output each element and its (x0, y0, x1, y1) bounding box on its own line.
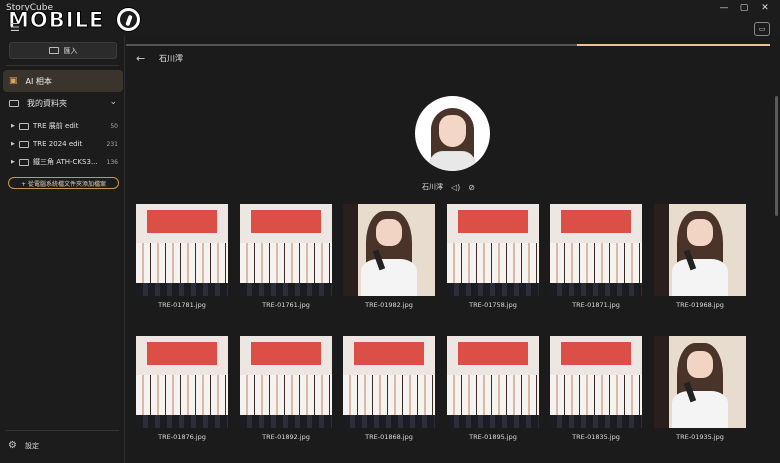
album-icon: ▣ (9, 76, 18, 86)
folder-name: TRE 2024 edit (33, 140, 83, 148)
photo-thumbnail[interactable] (136, 204, 228, 296)
close-button[interactable]: ✕ (758, 2, 772, 14)
hide-icon[interactable]: ⊘ (468, 183, 475, 192)
import-label: 匯入 (63, 46, 78, 55)
photo-filename: TRE-01968.jpg (676, 301, 724, 309)
avatar (415, 96, 490, 171)
folder-item[interactable]: ▶ 鐵三角 ATH-CKS3... 136 (0, 154, 122, 170)
photo-thumbnail[interactable] (550, 336, 642, 428)
progress-bar (126, 44, 770, 46)
photo-thumbnail[interactable] (654, 336, 746, 428)
folder-item[interactable]: ▶ TRE 2024 edit 231 (0, 136, 122, 152)
person-info: 石川澪 ◁) ⊘ (422, 182, 475, 192)
add-folder-button[interactable]: + 從電腦系統檔文件夾添加檔案 (8, 177, 119, 189)
slideshow-icon[interactable]: ▭ (754, 22, 770, 36)
photo-filename: TRE-01871.jpg (572, 301, 620, 309)
folder-icon (19, 140, 29, 148)
minimize-button[interactable]: — (717, 2, 731, 14)
photo-filename: TRE-01982.jpg (365, 301, 413, 309)
photo-filename: TRE-01868.jpg (365, 433, 413, 441)
folder-count: 231 (106, 140, 118, 148)
chevron-down-icon[interactable]: ⌄ (109, 97, 117, 107)
photo-filename: TRE-01761.jpg (262, 301, 310, 309)
person-name[interactable]: 石川澪 (422, 182, 443, 192)
photo-thumbnail[interactable] (447, 336, 539, 428)
photo-thumbnail[interactable] (447, 204, 539, 296)
speaker-icon[interactable]: ◁) (451, 183, 460, 192)
avatar-body (429, 151, 476, 171)
sidebar-item-label: 我的資料夾 (27, 98, 67, 108)
progress-fill (576, 44, 770, 46)
title-bar: StoryCube — ▢ ✕ (0, 0, 780, 16)
folder-name: TRE 展前 edit (33, 122, 79, 130)
photo-thumbnail[interactable] (343, 336, 435, 428)
main-panel: ▭ ← 石川澪 石川澪 ◁) ⊘ TRE-01781.jpg TRE-01761.… (126, 22, 780, 463)
photo-thumbnail[interactable] (343, 204, 435, 296)
page-title: 石川澪 (159, 54, 183, 63)
photo-thumbnail[interactable] (136, 336, 228, 428)
avatar-face (439, 115, 466, 147)
photo-filename: TRE-01876.jpg (158, 433, 206, 441)
settings-button[interactable]: ⚙ 設定 (8, 440, 39, 451)
back-arrow-icon[interactable]: ← (136, 52, 145, 65)
gear-icon: ⚙ (8, 440, 17, 451)
expand-arrow-icon[interactable]: ▶ (11, 141, 19, 147)
app-window: StoryCube — ▢ ✕ MOBILE ☰ 匯入 ▣ AI 相本 我的資料… (0, 0, 780, 463)
photo-filename: TRE-01895.jpg (469, 433, 517, 441)
folder-icon (19, 158, 29, 166)
folder-name: 鐵三角 ATH-CKS3... (33, 158, 98, 166)
photo-filename: TRE-01758.jpg (469, 301, 517, 309)
expand-arrow-icon[interactable]: ▶ (11, 123, 19, 129)
image-icon (48, 47, 59, 54)
photo-thumbnail[interactable] (654, 204, 746, 296)
sidebar-item-label: AI 相本 (25, 76, 52, 86)
sidebar-item-ai-album[interactable]: ▣ AI 相本 (3, 70, 123, 92)
photo-filename: TRE-01892.jpg (262, 433, 310, 441)
folder-count: 50 (110, 122, 118, 130)
import-button[interactable]: 匯入 (9, 42, 117, 59)
photo-filename: TRE-01935.jpg (676, 433, 724, 441)
folder-count: 136 (106, 158, 118, 166)
divider (6, 430, 119, 431)
watermark-logo: MOBILE (7, 8, 105, 32)
menu-icon[interactable]: ☰ (10, 21, 20, 34)
photo-thumbnail[interactable] (550, 204, 642, 296)
settings-label: 設定 (24, 441, 39, 450)
photo-filename: TRE-01781.jpg (158, 301, 206, 309)
sidebar-item-my-folders[interactable]: 我的資料夾 ⌄ (3, 94, 123, 112)
folder-icon (9, 99, 19, 107)
photo-thumbnail[interactable] (240, 204, 332, 296)
divider (6, 65, 119, 66)
maximize-button[interactable]: ▢ (737, 2, 751, 14)
watermark-logo-mark (117, 8, 140, 31)
scrollbar[interactable] (775, 96, 778, 216)
folder-item[interactable]: ▶ TRE 展前 edit 50 (0, 118, 122, 134)
sidebar: 匯入 ▣ AI 相本 我的資料夾 ⌄ ▶ TRE 展前 edit 50 ▶ TR… (0, 36, 125, 463)
photo-filename: TRE-01835.jpg (572, 433, 620, 441)
expand-arrow-icon[interactable]: ▶ (11, 159, 19, 165)
photo-thumbnail[interactable] (240, 336, 332, 428)
folder-icon (19, 122, 29, 130)
